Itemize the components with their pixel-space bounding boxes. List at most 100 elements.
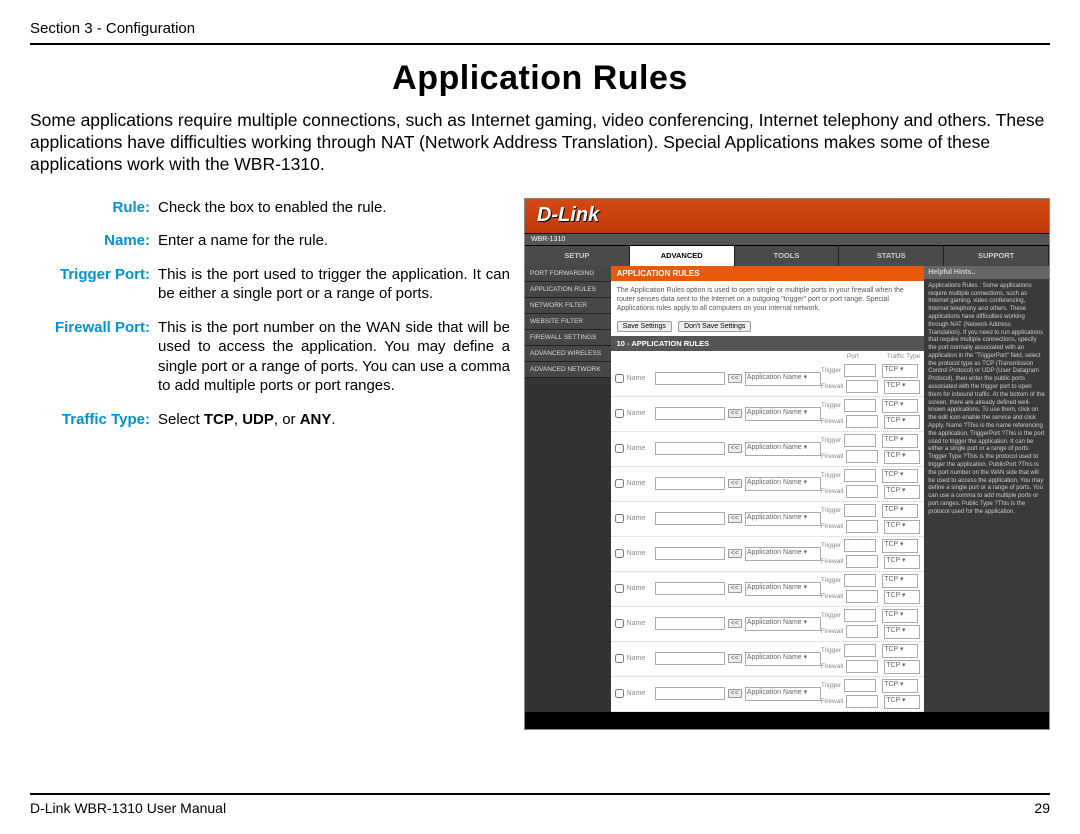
rules-subheader: 10 - APPLICATION RULES (611, 336, 925, 351)
copy-from-app-button[interactable]: << (728, 374, 742, 383)
trigger-type-select[interactable]: TCP ▾ (882, 539, 918, 553)
rule-enable-checkbox[interactable] (615, 479, 624, 488)
firewall-port-input[interactable] (846, 625, 878, 638)
firewall-type-select[interactable]: TCP ▾ (884, 660, 920, 674)
rule-name-input[interactable] (655, 372, 725, 385)
rule-name-input[interactable] (655, 687, 725, 700)
trigger-type-select[interactable]: TCP ▾ (882, 574, 918, 588)
rule-enable-checkbox[interactable] (615, 654, 624, 663)
application-name-select[interactable]: Application Name ▾ (745, 652, 821, 666)
firewall-port-input[interactable] (846, 555, 878, 568)
side-nav-item[interactable]: FIREWALL SETTINGS (525, 330, 611, 346)
rule-name-input[interactable] (655, 512, 725, 525)
firewall-port-input[interactable] (846, 695, 878, 708)
side-nav-item[interactable]: NETWORK FILTER (525, 298, 611, 314)
copy-from-app-button[interactable]: << (728, 619, 742, 628)
firewall-type-select[interactable]: TCP ▾ (884, 415, 920, 429)
rule-enable-checkbox[interactable] (615, 444, 624, 453)
dont-save-button[interactable]: Don't Save Settings (678, 321, 751, 332)
firewall-type-select[interactable]: TCP ▾ (884, 625, 920, 639)
application-name-select[interactable]: Application Name ▾ (745, 407, 821, 421)
nav-tab-support[interactable]: SUPPORT (944, 246, 1049, 266)
side-nav-item[interactable]: ADVANCED NETWORK (525, 362, 611, 378)
firewall-port-input[interactable] (846, 590, 878, 603)
rule-enable-checkbox[interactable] (615, 514, 624, 523)
copy-from-app-button[interactable]: << (728, 514, 742, 523)
application-name-select[interactable]: Application Name ▾ (745, 512, 821, 526)
copy-from-app-button[interactable]: << (728, 689, 742, 698)
nav-tab-tools[interactable]: TOOLS (735, 246, 840, 266)
application-name-select[interactable]: Application Name ▾ (745, 687, 821, 701)
application-name-select[interactable]: Application Name ▾ (745, 617, 821, 631)
application-rule-row: Name<<Application Name ▾TriggerTCP ▾Fire… (611, 467, 925, 502)
firewall-type-select[interactable]: TCP ▾ (884, 555, 920, 569)
trigger-type-select[interactable]: TCP ▾ (882, 679, 918, 693)
copy-from-app-button[interactable]: << (728, 584, 742, 593)
firewall-port-input[interactable] (846, 380, 878, 393)
definition-term: Traffic Type: (30, 410, 158, 430)
trigger-type-select[interactable]: TCP ▾ (882, 364, 918, 378)
col-port: Port (847, 353, 859, 360)
rule-name-input[interactable] (655, 617, 725, 630)
rule-enable-checkbox[interactable] (615, 409, 624, 418)
firewall-type-select[interactable]: TCP ▾ (884, 450, 920, 464)
rule-name-input[interactable] (655, 582, 725, 595)
rule-name-input[interactable] (655, 442, 725, 455)
application-name-select[interactable]: Application Name ▾ (745, 372, 821, 386)
trigger-port-input[interactable] (844, 434, 876, 447)
nav-tab-advanced[interactable]: ADVANCED (630, 246, 735, 266)
rule-name-input[interactable] (655, 652, 725, 665)
copy-from-app-button[interactable]: << (728, 409, 742, 418)
firewall-type-select[interactable]: TCP ▾ (884, 695, 920, 709)
trigger-type-select[interactable]: TCP ▾ (882, 469, 918, 483)
trigger-port-input[interactable] (844, 539, 876, 552)
trigger-type-select[interactable]: TCP ▾ (882, 609, 918, 623)
nav-tab-setup[interactable]: SETUP (525, 246, 630, 266)
side-nav-item[interactable]: PORT FORWARDING (525, 266, 611, 282)
rule-enable-checkbox[interactable] (615, 619, 624, 628)
trigger-port-input[interactable] (844, 399, 876, 412)
trigger-type-select[interactable]: TCP ▾ (882, 399, 918, 413)
rule-enable-checkbox[interactable] (615, 549, 624, 558)
rule-name-input[interactable] (655, 407, 725, 420)
trigger-type-select[interactable]: TCP ▾ (882, 644, 918, 658)
helpful-hints-panel: Helpful Hints.. Applications Rules : Som… (924, 266, 1049, 712)
copy-from-app-button[interactable]: << (728, 444, 742, 453)
definition-description: Enter a name for the rule. (158, 231, 510, 251)
side-nav-item[interactable]: WEBSITE FILTER (525, 314, 611, 330)
application-name-select[interactable]: Application Name ▾ (745, 582, 821, 596)
trigger-port-input[interactable] (844, 679, 876, 692)
rule-enable-checkbox[interactable] (615, 689, 624, 698)
trigger-port-input[interactable] (844, 609, 876, 622)
copy-from-app-button[interactable]: << (728, 549, 742, 558)
firewall-type-select[interactable]: TCP ▾ (884, 380, 920, 394)
trigger-type-select[interactable]: TCP ▾ (882, 434, 918, 448)
firewall-port-input[interactable] (846, 485, 878, 498)
application-name-select[interactable]: Application Name ▾ (745, 547, 821, 561)
copy-from-app-button[interactable]: << (728, 479, 742, 488)
application-name-select[interactable]: Application Name ▾ (745, 442, 821, 456)
rule-enable-checkbox[interactable] (615, 374, 624, 383)
trigger-port-input[interactable] (844, 644, 876, 657)
firewall-type-select[interactable]: TCP ▾ (884, 520, 920, 534)
application-name-select[interactable]: Application Name ▾ (745, 477, 821, 491)
side-nav-item[interactable]: APPLICATION RULES (525, 282, 611, 298)
trigger-port-input[interactable] (844, 364, 876, 377)
trigger-port-input[interactable] (844, 574, 876, 587)
firewall-port-input[interactable] (846, 450, 878, 463)
trigger-port-input[interactable] (844, 469, 876, 482)
copy-from-app-button[interactable]: << (728, 654, 742, 663)
trigger-port-input[interactable] (844, 504, 876, 517)
firewall-port-input[interactable] (846, 415, 878, 428)
save-settings-button[interactable]: Save Settings (617, 321, 672, 332)
rule-name-input[interactable] (655, 547, 725, 560)
rule-enable-checkbox[interactable] (615, 584, 624, 593)
side-nav-item[interactable]: ADVANCED WIRELESS (525, 346, 611, 362)
nav-tab-status[interactable]: STATUS (839, 246, 944, 266)
firewall-port-input[interactable] (846, 520, 878, 533)
firewall-type-select[interactable]: TCP ▾ (884, 485, 920, 499)
firewall-type-select[interactable]: TCP ▾ (884, 590, 920, 604)
trigger-type-select[interactable]: TCP ▾ (882, 504, 918, 518)
rule-name-input[interactable] (655, 477, 725, 490)
firewall-port-input[interactable] (846, 660, 878, 673)
